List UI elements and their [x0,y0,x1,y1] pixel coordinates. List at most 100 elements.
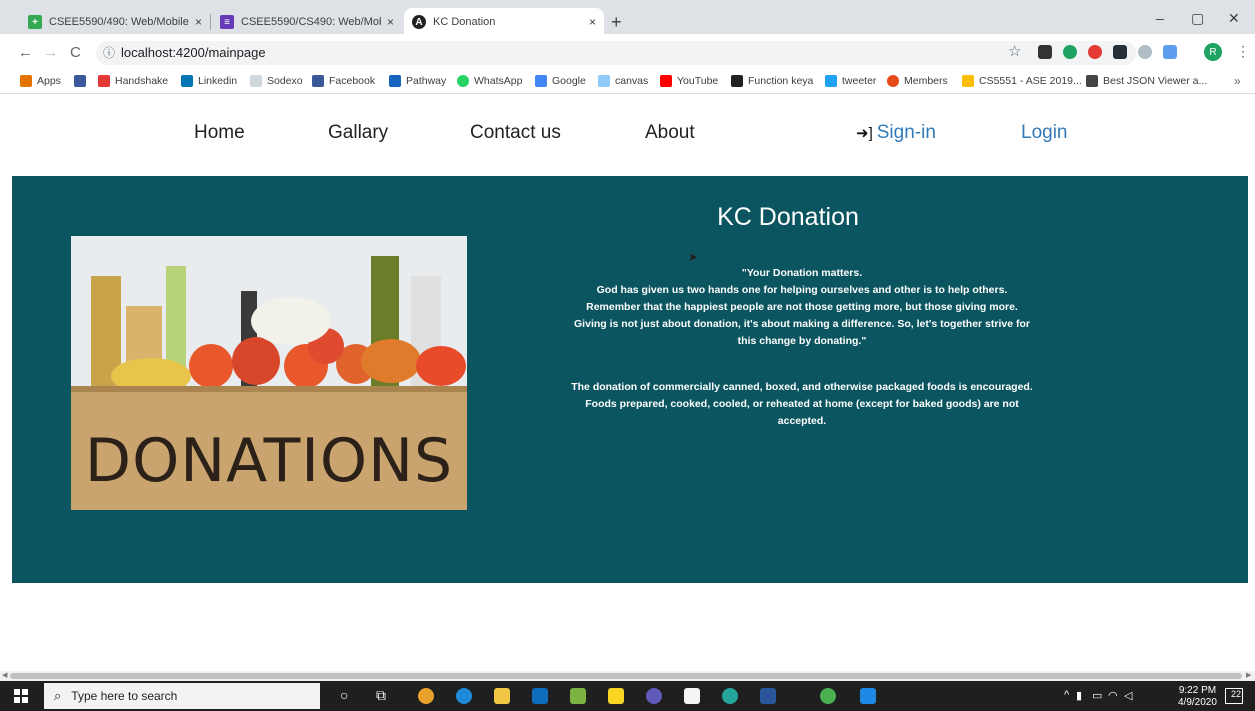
notepad-icon[interactable] [684,688,700,704]
nav-about-link[interactable]: About [645,122,695,144]
quote-line: this change by donating." [737,335,867,347]
task-view-icon[interactable]: ⧉ [376,687,386,704]
wifi-icon[interactable]: ◠ [1108,689,1118,702]
tab-close-icon[interactable]: × [589,15,596,29]
quote-line: God has given us two hands one for helpi… [596,284,1008,296]
bookmark-json-viewer[interactable]: Best JSON Viewer a... [1086,75,1207,87]
bookmark-apps[interactable]: Apps [20,75,61,87]
bookmark-tweeter[interactable]: tweeter [825,75,876,87]
nav-login-link[interactable]: Login [1021,122,1068,144]
youtube-icon [660,75,672,87]
whatsapp-icon [457,75,469,87]
webstorm-icon[interactable] [860,688,876,704]
nav-home-link[interactable]: Home [194,122,245,144]
mongodb-icon[interactable] [820,688,836,704]
bookmark-youtube[interactable]: YouTube [660,75,718,87]
url-text[interactable]: ⓘ localhost:4200/mainpage [103,44,266,61]
tab-separator [210,14,211,30]
bookmarks-overflow-icon[interactable]: » [1234,74,1241,88]
site-info-icon[interactable]: ⓘ [103,46,115,60]
profile-avatar[interactable]: R [1204,43,1222,61]
tab-title: CSEE5590/490: Web/Mobile Prog [49,16,189,28]
windows-start-icon[interactable] [14,689,28,703]
donations-box-illustration: DONATIONS [71,236,467,510]
nav-signin-link[interactable]: ➜] Sign-in [856,122,936,144]
bookmark-facebook-icon-only[interactable] [74,75,91,87]
nav-contact-link[interactable]: Contact us [470,122,561,144]
tab-close-icon[interactable]: × [387,15,394,29]
taskbar-search-box[interactable]: ⌕ Type here to search [44,683,320,709]
chrome-icon[interactable] [418,688,434,704]
json-viewer-icon [1086,75,1098,87]
pathway-icon [389,75,401,87]
close-window-icon[interactable]: ✕ [1228,10,1240,27]
twitter-icon [825,75,837,87]
grammarly-icon[interactable] [1063,45,1077,59]
tab-close-icon[interactable]: × [195,15,202,29]
policy-line: The donation of commercially canned, box… [571,381,1033,393]
google-icon [535,75,547,87]
camera-extension-icon[interactable] [1163,45,1177,59]
word-icon[interactable] [760,688,776,704]
extension-icon[interactable] [1113,45,1127,59]
tray-overflow-icon[interactable]: ^ [1064,689,1069,701]
nav-gallery-link[interactable]: Gallary [328,122,388,144]
taskbar-clock[interactable]: 9:22 PM 4/9/2020 [1178,685,1217,709]
tab-kc-donation[interactable]: A KC Donation × [404,8,604,36]
bookmark-canvas[interactable]: canvas [598,75,648,87]
photos-icon[interactable] [570,688,586,704]
minimize-icon[interactable]: – [1156,10,1164,26]
file-explorer-icon[interactable] [494,688,510,704]
menu-icon[interactable]: ⋮ [1236,43,1250,60]
hero-title: KC Donation [717,203,859,231]
tab-favicon-icon: ≡ [220,15,234,29]
eclipse-icon[interactable] [646,688,662,704]
bookmark-whatsapp[interactable]: WhatsApp [457,75,522,87]
adblock-icon[interactable] [1088,45,1102,59]
tab-web-mobile-1[interactable]: + CSEE5590/490: Web/Mobile Prog × [20,8,210,36]
bookmark-linkedin[interactable]: Linkedin [181,75,237,87]
url-value: localhost:4200/mainpage [121,45,266,60]
bookmark-pathway[interactable]: Pathway [389,75,446,87]
cortana-icon[interactable]: ○ [340,687,348,703]
microphone-icon[interactable]: ▮ [1076,689,1082,702]
bookmark-function-keya[interactable]: Function keya [731,75,813,87]
reload-icon[interactable]: C [70,44,81,61]
function-keys-icon [731,75,743,87]
notifications-badge[interactable]: 22 [1225,688,1243,704]
scroll-right-icon[interactable]: ▶ [1246,671,1251,679]
tab-web-mobile-2[interactable]: ≡ CSEE5590/CS490: Web/Mobile P × [212,8,402,36]
back-icon[interactable]: ← [18,44,33,61]
bookmark-facebook[interactable]: Facebook [312,75,375,87]
horizontal-scrollbar[interactable]: ◀ ▶ [0,671,1255,681]
bookmark-star-icon[interactable]: ☆ [1008,42,1021,60]
taskbar-search-placeholder: Type here to search [71,689,178,703]
extension-icon[interactable] [1038,45,1052,59]
forward-icon[interactable]: → [43,44,58,61]
scrollbar-thumb[interactable] [10,673,1242,679]
bookmark-google[interactable]: Google [535,75,586,87]
android-studio-icon[interactable] [722,688,738,704]
new-tab-button[interactable]: + [611,12,622,33]
bookmark-members[interactable]: Members [887,75,948,87]
sign-in-icon: ➜] [856,125,873,142]
quote-line: "Your Donation matters. [741,267,863,279]
bookmark-handshake[interactable]: Handshake [98,75,168,87]
volume-icon[interactable]: ◁ [1124,689,1132,702]
tab-title: KC Donation [433,16,496,28]
edge-icon[interactable] [456,688,472,704]
sticky-notes-icon[interactable] [608,688,624,704]
maximize-icon[interactable]: ▢ [1191,10,1204,27]
extension-icon[interactable] [1138,45,1152,59]
quote-line: Remember that the happiest people are no… [586,301,1018,313]
canvas-icon [598,75,610,87]
bookmarks-bar: Apps Handshake Linkedin Sodexo Facebook … [0,70,1255,94]
battery-icon[interactable]: ▭ [1092,689,1102,702]
bookmark-cs5551[interactable]: CS5551 - ASE 2019... [962,75,1082,87]
scroll-left-icon[interactable]: ◀ [2,671,7,679]
bookmark-sodexo[interactable]: Sodexo [250,75,303,87]
outlook-icon[interactable] [532,688,548,704]
clock-time: 9:22 PM [1178,685,1217,696]
tab-title: CSEE5590/CS490: Web/Mobile P [241,16,381,28]
members-icon [887,75,899,87]
